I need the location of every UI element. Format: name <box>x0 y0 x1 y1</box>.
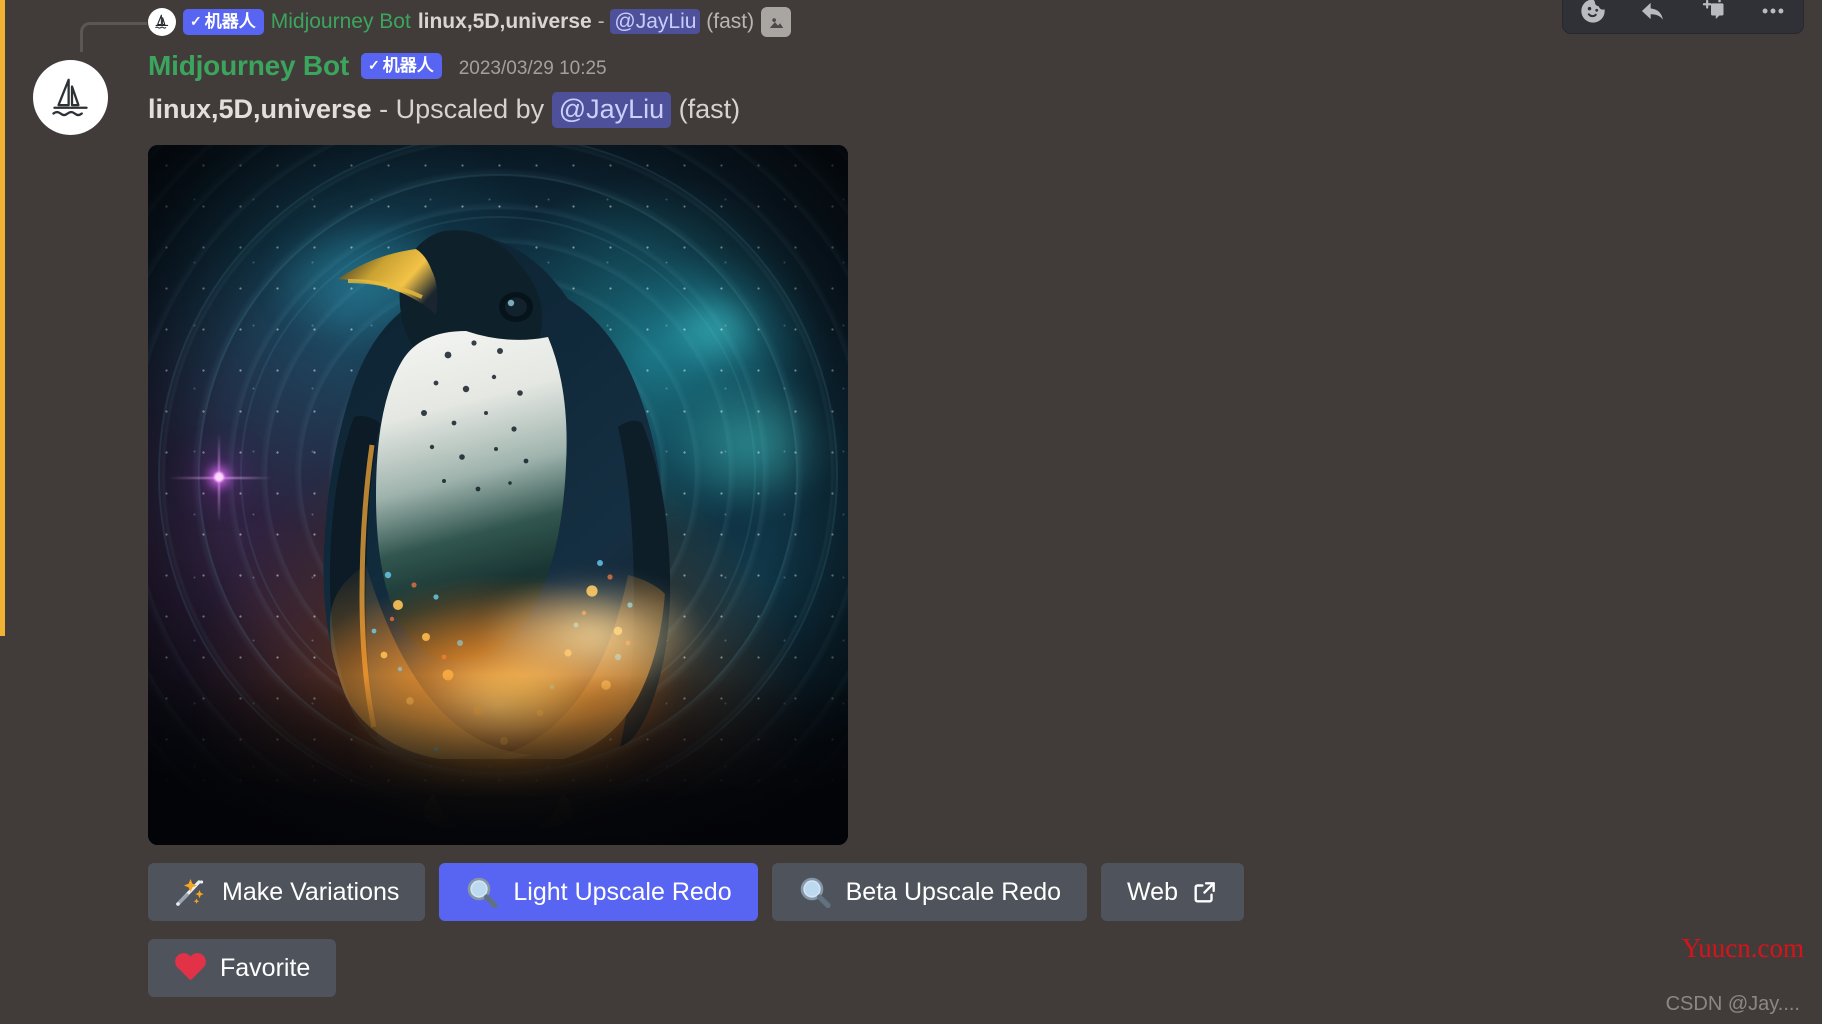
magic-wand-icon <box>174 877 208 907</box>
generated-image[interactable] <box>148 145 848 846</box>
message-bot-badge: ✓ 机器人 <box>360 52 442 80</box>
message-hover-toolbar[interactable] <box>1562 0 1804 34</box>
reply-connector-line <box>80 22 147 52</box>
message-speed-label: (fast) <box>671 94 741 124</box>
message-author-name[interactable]: Midjourney Bot <box>148 50 349 82</box>
magnifier-icon <box>798 876 832 909</box>
reply-author-name[interactable]: Midjourney Bot <box>271 10 411 34</box>
reply-prompt-text: linux,5D,universe <box>417 10 592 33</box>
favorite-label: Favorite <box>220 953 311 982</box>
more-icon[interactable] <box>1756 0 1790 26</box>
bot-badge-label: 机器人 <box>204 11 256 31</box>
message-mention-pill[interactable]: @JayLiu <box>551 92 672 128</box>
external-link-icon <box>1192 879 1218 905</box>
watermark-gray: CSDN @Jay.... <box>1665 993 1800 1015</box>
reply-speed-label: (fast) <box>706 10 755 33</box>
reply-preview-row[interactable]: ✓ 机器人 Midjourney Bot linux,5D,universe -… <box>0 0 1822 52</box>
reply-bot-badge: ✓ 机器人 <box>183 8 264 36</box>
image-attachment-icon <box>761 7 792 37</box>
message-content: linux,5D,universe - Upscaled by @JayLiu … <box>148 91 1822 128</box>
light-upscale-redo-button[interactable]: Light Upscale Redo <box>439 863 758 922</box>
add-reaction-icon[interactable] <box>1576 0 1610 26</box>
image-vignette <box>148 145 848 846</box>
reply-message-text: linux,5D,universe - @JayLiu (fast) <box>417 9 755 34</box>
message-separator: - <box>371 94 396 124</box>
make-variations-label: Make Variations <box>222 877 400 906</box>
reply-separator: - <box>597 10 605 33</box>
web-label: Web <box>1127 877 1178 906</box>
action-button-row-2: Favorite <box>148 939 1822 998</box>
light-upscale-redo-label: Light Upscale Redo <box>513 877 732 906</box>
favorite-button[interactable]: Favorite <box>148 939 337 998</box>
heart-icon <box>174 954 206 983</box>
midjourney-sailboat-icon <box>148 8 176 36</box>
message-header: Midjourney Bot ✓ 机器人 2023/03/29 10:25 <box>148 45 1822 87</box>
magnifier-icon <box>465 876 499 909</box>
message-action-text: Upscaled by <box>395 94 552 124</box>
reply-icon[interactable] <box>1636 0 1670 26</box>
make-variations-button[interactable]: Make Variations <box>148 863 426 922</box>
web-button[interactable]: Web <box>1101 863 1244 922</box>
midjourney-sailboat-icon[interactable] <box>33 60 108 135</box>
beta-upscale-redo-button[interactable]: Beta Upscale Redo <box>771 863 1088 922</box>
bot-check-icon: ✓ <box>367 56 380 73</box>
watermark-red: Yuucn.com <box>1681 933 1804 963</box>
beta-upscale-redo-label: Beta Upscale Redo <box>845 877 1062 906</box>
message-timestamp: 2023/03/29 10:25 <box>458 57 607 79</box>
mention-highlight-bar <box>0 0 5 636</box>
message-prompt-text: linux,5D,universe <box>148 94 372 124</box>
reply-mention-pill[interactable]: @JayLiu <box>610 9 701 34</box>
bot-check-icon: ✓ <box>190 12 202 29</box>
action-button-row-1: Make Variations Light Upscale Redo Beta … <box>148 863 1822 922</box>
create-thread-icon[interactable] <box>1696 0 1730 26</box>
bot-badge-label: 机器人 <box>382 55 434 75</box>
discord-message-view: ✓ 机器人 Midjourney Bot linux,5D,universe -… <box>0 0 1822 1024</box>
